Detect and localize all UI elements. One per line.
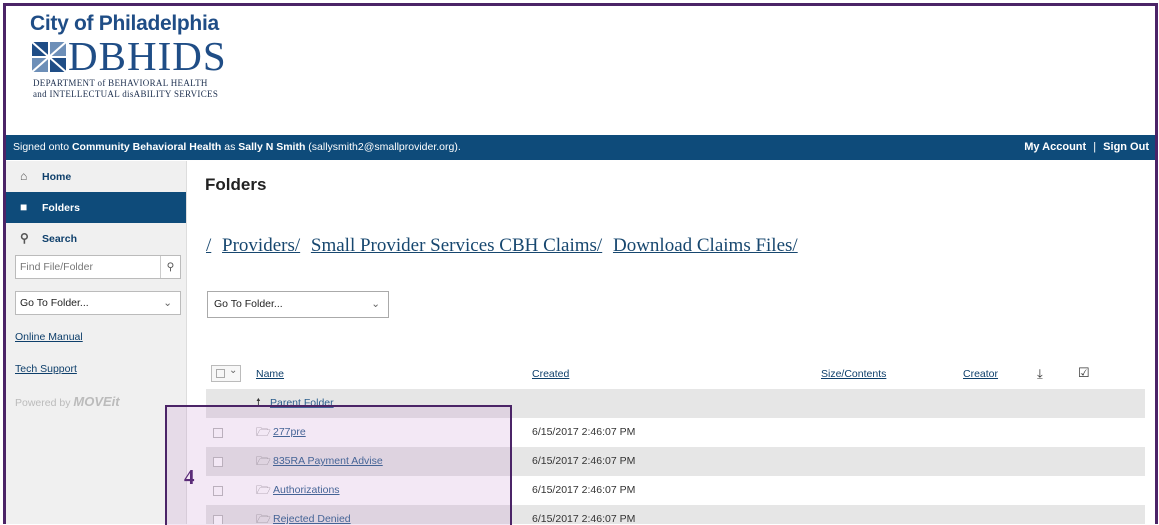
callout-highlight: 4 (165, 405, 512, 525)
select-all-checkbox[interactable] (216, 369, 225, 378)
search-icon: ⚲ (20, 231, 29, 245)
search-placeholder: Find File/Folder (20, 261, 93, 273)
powered-by: Powered by MOVEit (15, 394, 120, 409)
subtitle-line2: and INTELLECTUAL disABILITY SERVICES (33, 89, 219, 99)
column-created[interactable]: Created (532, 368, 569, 380)
created-date: 6/15/2017 2:46:07 PM (532, 513, 636, 524)
dbhids-logo-icon (32, 42, 66, 72)
moveit-logo: MOVEit (73, 394, 120, 409)
sign-out-link[interactable]: Sign Out (1103, 141, 1149, 153)
my-account-link[interactable]: My Account (1024, 141, 1086, 153)
powered-text: Powered by (15, 397, 71, 409)
link-separator: | (1093, 141, 1097, 153)
user-email: (sallysmith2@smallprovider.org). (305, 141, 461, 153)
goto-value: Go To Folder... (214, 298, 283, 310)
sidebar-item-home[interactable]: ⌂ Home (6, 161, 186, 192)
account-links: My Account | Sign Out (1024, 135, 1149, 160)
created-date: 6/15/2017 2:46:07 PM (532, 455, 636, 467)
dbhids-wordmark: DBHIDS (68, 33, 227, 79)
checkbox-check-icon[interactable]: ☑ (1078, 365, 1090, 381)
sidebar-item-label: Folders (42, 202, 80, 214)
callout-number: 4 (184, 465, 195, 489)
table-header: ⌄ Name Created Size/Contents Creator ⤓ ☑ (206, 361, 1145, 387)
breadcrumb-root[interactable]: / (206, 235, 211, 256)
sidebar-item-label: Search (42, 233, 78, 245)
tech-support-link[interactable]: Tech Support (15, 363, 77, 375)
online-manual-link[interactable]: Online Manual (15, 331, 83, 343)
department-subtitle: DEPARTMENT of BEHAVIORAL HEALTH and INTE… (33, 78, 218, 100)
sidebar-item-search[interactable]: ⚲ Search (6, 223, 186, 254)
page-title: Folders (205, 175, 267, 194)
goto-value: Go To Folder... (20, 297, 89, 309)
folder-icon: ■ (20, 200, 28, 214)
created-date: 6/15/2017 2:46:07 PM (532, 484, 636, 496)
breadcrumb-cbh-claims[interactable]: Small Provider Services CBH Claims/ (311, 235, 602, 256)
sidebar-item-folders[interactable]: ■ Folders (6, 192, 186, 223)
search-input[interactable]: Find File/Folder ⚲ (15, 255, 181, 279)
subtitle-line1: DEPARTMENT of BEHAVIORAL HEALTH (33, 78, 208, 88)
user-name: Sally N Smith (238, 141, 306, 153)
sidebar-goto-select[interactable]: Go To Folder... ⌄ (15, 291, 181, 315)
column-size[interactable]: Size/Contents (821, 368, 886, 380)
chevron-down-icon: ⌄ (163, 297, 172, 309)
home-icon: ⌂ (20, 169, 28, 183)
site-header: City of Philadelphia DBHIDS DEPARTMENT o… (6, 6, 1155, 131)
column-creator[interactable]: Creator (963, 368, 998, 380)
select-all-dropdown[interactable]: ⌄ (211, 365, 241, 382)
sidebar: ⌂ Home ■ Folders ⚲ Search Find File/Folder … (6, 161, 187, 524)
signed-prefix: Signed onto (13, 141, 72, 153)
breadcrumb: / Providers/ Small Provider Services CBH… (206, 235, 804, 257)
column-name[interactable]: Name (256, 368, 284, 380)
signed-middle: as (221, 141, 239, 153)
created-date: 6/15/2017 2:46:07 PM (532, 426, 636, 438)
breadcrumb-providers[interactable]: Providers/ (222, 235, 300, 256)
chevron-down-icon: ⌄ (371, 298, 380, 310)
sidebar-item-label: Home (42, 171, 72, 183)
signed-on-text: Signed onto Community Behavioral Health … (13, 135, 461, 160)
chevron-down-icon: ⌄ (229, 365, 238, 376)
download-icon[interactable]: ⤓ (1037, 366, 1043, 382)
org-name: Community Behavioral Health (71, 141, 222, 153)
session-bar: Signed onto Community Behavioral Health … (6, 135, 1155, 160)
search-button-icon[interactable]: ⚲ (160, 256, 180, 278)
breadcrumb-download-claims[interactable]: Download Claims Files/ (613, 235, 798, 256)
main-goto-select[interactable]: Go To Folder... ⌄ (207, 291, 389, 318)
